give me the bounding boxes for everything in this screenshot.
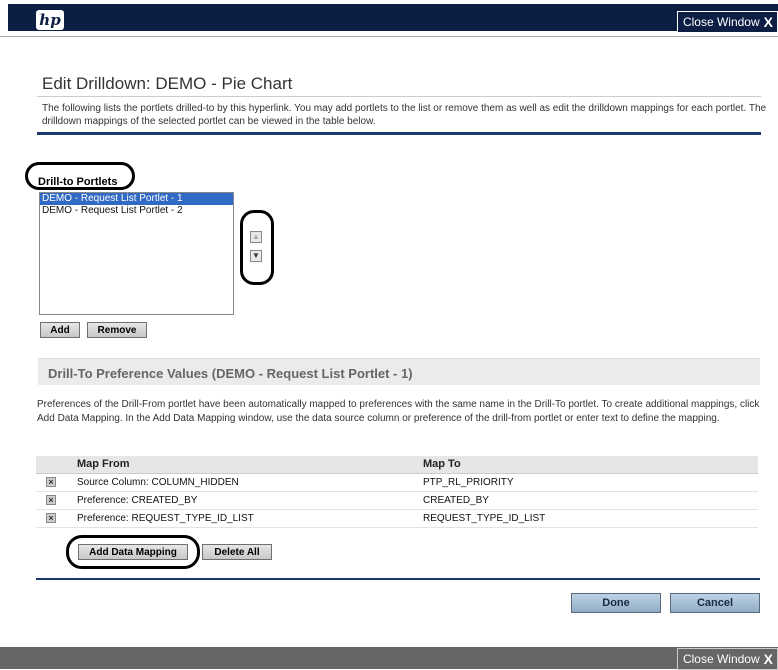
move-down-button[interactable]: ▼ xyxy=(250,250,262,262)
close-window-label: Close Window xyxy=(682,15,760,29)
table-row: × Source Column: COLUMN_HIDDEN PTP_RL_PR… xyxy=(36,474,758,492)
delete-all-button[interactable]: Delete All xyxy=(202,544,272,560)
header-strip: hp Close Window X xyxy=(8,4,778,33)
mapping-table: Map From Map To × Source Column: COLUMN_… xyxy=(36,456,758,528)
page-description: The following lists the portlets drilled… xyxy=(42,103,767,127)
drill-to-portlets-list[interactable]: DEMO - Request List Portlet - 1 DEMO - R… xyxy=(39,192,234,315)
close-icon: X xyxy=(763,651,773,667)
add-button[interactable]: Add xyxy=(40,322,80,338)
map-to-cell: CREATED_BY xyxy=(423,495,489,506)
table-row: × Preference: REQUEST_TYPE_ID_LIST REQUE… xyxy=(36,510,758,528)
map-from-header: Map From xyxy=(77,458,130,470)
drill-to-portlets-label: Drill-to Portlets xyxy=(38,176,118,188)
delete-row-icon[interactable]: × xyxy=(46,513,56,523)
top-bar: hp Close Window X xyxy=(0,0,778,37)
remove-button[interactable]: Remove xyxy=(87,322,147,338)
add-data-mapping-button[interactable]: Add Data Mapping xyxy=(78,544,188,560)
map-to-header: Map To xyxy=(423,458,461,470)
title-divider xyxy=(37,96,761,97)
delete-row-icon[interactable]: × xyxy=(46,477,56,487)
table-header: Map From Map To xyxy=(36,456,758,474)
arrow-up-icon: ▲ xyxy=(252,232,260,241)
close-window-label: Close Window xyxy=(682,652,760,666)
close-window-button-top[interactable]: Close Window X xyxy=(676,11,778,33)
footer-divider xyxy=(36,578,760,580)
logo-text: hp xyxy=(39,10,61,29)
move-up-button[interactable]: ▲ xyxy=(250,231,262,243)
preference-values-title: Drill-To Preference Values (DEMO - Reque… xyxy=(48,366,413,381)
preference-values-header: Drill-To Preference Values (DEMO - Reque… xyxy=(38,358,760,385)
close-window-button-bottom[interactable]: Close Window X xyxy=(676,648,778,670)
map-from-cell: Source Column: COLUMN_HIDDEN xyxy=(77,477,239,488)
done-button[interactable]: Done xyxy=(571,593,661,613)
preference-description: Preferences of the Drill-From portlet ha… xyxy=(37,399,760,424)
close-icon: X xyxy=(763,14,773,30)
cancel-button[interactable]: Cancel xyxy=(670,593,760,613)
map-to-cell: PTP_RL_PRIORITY xyxy=(423,477,514,488)
annotation-oval-arrows xyxy=(240,210,274,285)
map-from-cell: Preference: CREATED_BY xyxy=(77,495,198,506)
bottom-bar: Close Window X xyxy=(0,647,778,670)
list-item[interactable]: DEMO - Request List Portlet - 1 xyxy=(40,193,233,205)
table-row: × Preference: CREATED_BY CREATED_BY xyxy=(36,492,758,510)
map-to-cell: REQUEST_TYPE_ID_LIST xyxy=(423,513,546,524)
arrow-down-icon: ▼ xyxy=(252,251,260,260)
delete-row-icon[interactable]: × xyxy=(46,495,56,505)
description-divider xyxy=(37,132,761,135)
list-item[interactable]: DEMO - Request List Portlet - 2 xyxy=(40,205,233,217)
page-title: Edit Drilldown: DEMO - Pie Chart xyxy=(42,74,293,93)
hp-logo: hp xyxy=(36,10,64,30)
map-from-cell: Preference: REQUEST_TYPE_ID_LIST xyxy=(77,513,254,524)
